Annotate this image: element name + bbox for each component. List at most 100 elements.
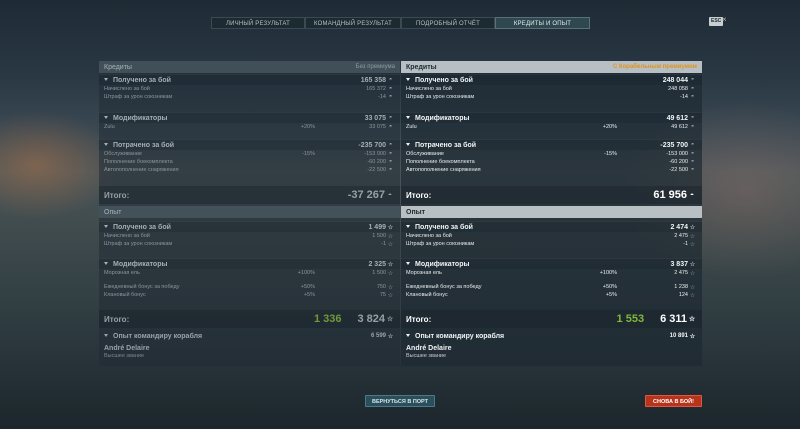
label: Итого: [406,314,432,324]
credits-mods-row[interactable]: Модификаторы 49 612 ◓ [401,112,702,123]
tab-detailed-report[interactable]: ПОДРОБНЫЙ ОТЧЁТ [401,17,495,29]
credits-header: Кредиты С Корабельным премиумом [401,61,702,73]
star-icon: ☆ [386,316,394,323]
supplies-row: Автопополнение снаряжения -22 500 ◓ [401,166,702,174]
star-icon: ☆ [387,233,394,240]
credits-total-row: Итого: 61 956 ◓ [401,186,702,204]
credits-penalty-row: Штраф за урон союзникам -14 ◓ [401,93,702,101]
star-icon: ☆ [387,241,394,248]
panel-no-premium: Кредиты Без премиума Получено за бой 165 3… [99,61,400,366]
value: -60 200 [367,159,386,165]
value: 6 599 [370,333,386,339]
label: Начислено за бой [104,233,150,239]
credit-icon: ◓ [690,167,695,173]
service-row: Обслуживание -15% -153 000 ◓ [99,150,400,158]
credit-icon: ◓ [388,124,393,130]
tab-credits-and-exp[interactable]: КРЕДИТЫ И ОПЫТ [495,17,590,29]
credit-icon: ◓ [387,191,393,199]
value: 750 [376,284,386,290]
flag-row: Морозная ель +100% 1 500 ☆ [99,269,400,277]
service-row: Обслуживание -15% -153 000 ◓ [401,150,702,158]
star-icon: ☆ [689,270,696,277]
label: Потрачено за бой [113,141,175,149]
value: -1 [381,241,386,247]
percent: +5% [303,292,315,298]
free-exp-value: 1 553 [616,313,645,325]
label: Модификаторы [415,114,470,122]
credits-accrued-row: Начислено за бой 248 058 ◓ [401,85,702,93]
chevron-down-icon [406,78,410,82]
star-icon: ☆ [387,224,394,231]
value: 124 [678,292,688,298]
tab-bar: ЛИЧНЫЙ РЕЗУЛЬТАТ КОМАНДНЫЙ РЕЗУЛЬТАТ ПОД… [211,17,590,29]
value: 33 075 [364,114,386,122]
label: Итого: [104,190,130,200]
label: Пополнение боекомплекта [406,159,475,165]
credits-spent-row[interactable]: Потрачено за бой -235 700 ◓ [401,139,702,150]
tab-personal-result[interactable]: ЛИЧНЫЙ РЕЗУЛЬТАТ [211,17,305,29]
captain-exp-row[interactable]: Опыт командиру корабля 10 891 ☆ [401,331,702,341]
label: Модификаторы [113,260,168,268]
percent: +50% [300,284,315,290]
label: Штраф за урон союзникам [406,94,475,100]
value: 3 837 [670,260,688,268]
captain-rank: Высшее звание [406,353,447,359]
value: 1 500 [372,270,386,276]
credit-icon: ◓ [388,167,393,173]
value: 165 358 [360,76,386,84]
zulu-row: Zulu +20% 33 075 ◓ [99,123,400,131]
value: -1 [683,241,688,247]
credit-icon: ◓ [388,77,393,83]
exp-mods-row[interactable]: Модификаторы 3 837 ☆ [401,258,702,269]
label: Штраф за урон союзникам [104,94,173,100]
credits-penalty-row: Штраф за урон союзникам -14 ◓ [99,93,400,101]
zulu-row: Zulu +20% 49 612 ◓ [401,123,702,131]
captain-exp-row[interactable]: Опыт командиру корабля 6 599 ☆ [99,331,400,341]
label: Итого: [104,314,130,324]
credit-icon: ◓ [690,124,695,130]
exp-earned-row[interactable]: Получено за бой 2 474 ☆ [401,221,702,232]
value: -14 [680,94,688,100]
exp-penalty-row: Штраф за урон союзникам -1 ☆ [401,240,702,248]
label: Получено за бой [113,76,171,84]
star-icon: ☆ [688,316,696,323]
exp-mods-row[interactable]: Модификаторы 2 325 ☆ [99,258,400,269]
credits-title: Кредиты [406,63,437,71]
chevron-down-icon [104,334,108,338]
label: Опыт командиру корабля [415,332,505,340]
credits-mods-row[interactable]: Модификаторы 33 075 ◓ [99,112,400,123]
close-icon[interactable]: × [722,15,727,24]
label: Получено за бой [415,223,473,231]
star-icon: ☆ [689,224,696,231]
value: 248 058 [668,86,688,92]
star-icon: ☆ [387,292,394,299]
credit-icon: ◓ [388,115,393,121]
star-icon: ☆ [689,233,696,240]
exp-header: Опыт [99,206,400,218]
credit-icon: ◓ [388,86,393,92]
credit-icon: ◓ [388,94,393,100]
tab-team-result[interactable]: КОМАНДНЫЙ РЕЗУЛЬТАТ [305,17,401,29]
chevron-down-icon [406,334,410,338]
value: 75 [379,292,386,298]
credits-spent-row[interactable]: Потрачено за бой -235 700 ◓ [99,139,400,150]
battle-again-button[interactable]: СНОВА В БОЙ! [645,395,702,407]
captain-rank: Высшее звание [104,353,145,359]
chevron-down-icon [104,262,108,266]
exp-title: Опыт [406,208,426,216]
value: 1 238 [674,284,688,290]
credit-icon: ◓ [689,191,695,199]
value: 3 824 [357,313,385,325]
captain-name: André Delaire [104,345,150,352]
credits-earned-row[interactable]: Получено за бой 248 044 ◓ [401,74,702,85]
credits-earned-row[interactable]: Получено за бой 165 358 ◓ [99,74,400,85]
exp-earned-row[interactable]: Получено за бой 1 499 ☆ [99,221,400,232]
return-to-port-button[interactable]: ВЕРНУТЬСЯ В ПОРТ [365,395,435,407]
label: Получено за бой [415,76,473,84]
value: 33 075 [369,124,386,130]
chevron-down-icon [104,78,108,82]
credits-total-row: Итого: -37 267 ◓ [99,186,400,204]
value: 2 475 [674,233,688,239]
panel-premium: Кредиты С Корабельным премиумом Получено … [401,61,702,366]
value: 49 612 [671,124,688,130]
